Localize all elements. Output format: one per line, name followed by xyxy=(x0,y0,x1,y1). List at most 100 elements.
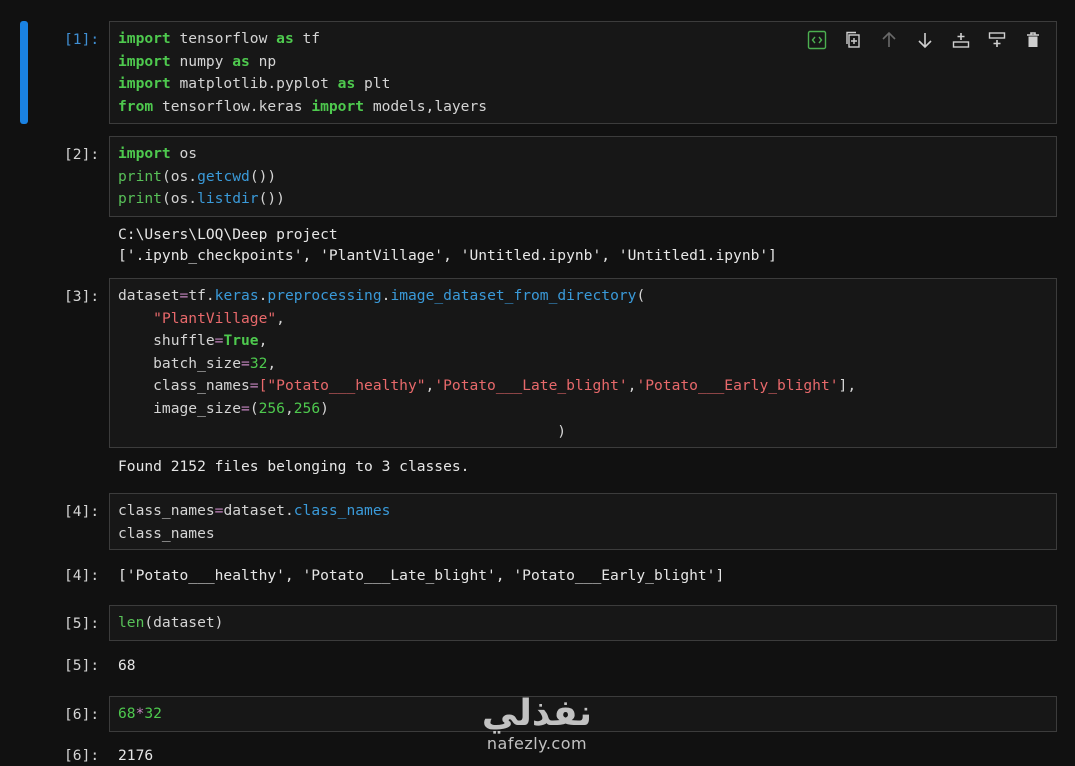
code-token: numpy xyxy=(170,52,233,70)
code-token: from xyxy=(118,97,154,115)
move-down-icon[interactable] xyxy=(914,29,936,51)
code-token: tf. xyxy=(188,287,215,304)
code-token: import xyxy=(118,145,171,162)
code-token: listdir xyxy=(197,190,259,208)
cell-4-output-prompt: [4]: xyxy=(64,567,100,584)
code-token: import xyxy=(118,52,171,70)
cell-4-prompt: [4]: xyxy=(64,503,100,520)
code-token: as xyxy=(337,75,356,93)
code-token: ( xyxy=(249,399,259,417)
code-cell-2[interactable]: import os print(os.getcwd()) print(os.list… xyxy=(109,136,1057,217)
code-token: len xyxy=(118,614,145,631)
code-token: (os. xyxy=(161,190,198,208)
code-line: class_names=["Potato___healthy",'Potato_… xyxy=(118,375,856,398)
code-token: (dataset) xyxy=(144,614,224,631)
code-cell-3[interactable]: dataset=tf.keras.preprocessing.image_dat… xyxy=(109,278,1057,448)
duplicate-icon[interactable] xyxy=(842,29,864,51)
code-cell-5[interactable]: len(dataset) xyxy=(109,605,1057,641)
insert-above-icon[interactable] xyxy=(950,29,972,51)
code-block[interactable]: import os print(os.getcwd()) print(os.list… xyxy=(118,143,285,211)
code-token: shuffle xyxy=(118,332,215,350)
cell-6-output-prompt: [6]: xyxy=(64,747,100,764)
move-up-icon[interactable] xyxy=(878,29,900,51)
cell-3-prompt: [3]: xyxy=(64,288,100,305)
code-token: preprocessing xyxy=(267,287,382,304)
code-token: = xyxy=(249,377,259,395)
code-token: keras xyxy=(214,287,259,304)
cell-2-prompt: [2]: xyxy=(64,146,100,163)
code-token: tensorflow xyxy=(170,30,277,47)
code-token: 32 xyxy=(144,705,162,722)
code-line: dataset=tf.keras.preprocessing.image_dat… xyxy=(118,285,856,308)
code-line: class_names=dataset.class_names xyxy=(118,500,390,523)
code-line: shuffle=True, xyxy=(118,330,856,353)
cell-6-output-line: 2176 xyxy=(118,747,154,764)
code-line: "PlantVillage", xyxy=(118,308,856,331)
code-token: = xyxy=(179,287,189,304)
code-token: ) xyxy=(320,399,329,417)
code-token: , xyxy=(258,332,268,350)
code-token: import xyxy=(118,75,171,93)
code-token: dataset. xyxy=(223,502,294,519)
code-token: import xyxy=(311,97,365,115)
code-token: class_names xyxy=(118,377,250,395)
code-token: matplotlib.pyplot xyxy=(170,75,338,93)
code-token: as xyxy=(232,52,250,70)
code-cell-4[interactable]: class_names=dataset.class_names class_nam… xyxy=(109,493,1057,550)
code-cell-1[interactable]: import tensorflow as tf import numpy as n… xyxy=(109,21,1057,124)
code-block[interactable]: import tensorflow as tf import numpy as n… xyxy=(118,28,487,118)
cell-5-prompt: [5]: xyxy=(64,615,100,632)
code-token: ( xyxy=(636,287,646,304)
code-token: os xyxy=(170,145,198,162)
code-token: 68 xyxy=(118,705,136,722)
code-block[interactable]: len(dataset) xyxy=(118,612,223,635)
insert-below-icon[interactable] xyxy=(986,29,1008,51)
code-token: print xyxy=(118,190,162,208)
code-token: 256 xyxy=(293,399,321,417)
code-block[interactable]: class_names=dataset.class_names class_nam… xyxy=(118,500,390,545)
code-token: print xyxy=(118,167,162,185)
code-line: import matplotlib.pyplot as plt xyxy=(118,73,487,96)
code-line: len(dataset) xyxy=(118,612,223,635)
delete-icon[interactable] xyxy=(1022,29,1044,51)
code-token: True xyxy=(223,332,259,350)
code-line: from tensorflow.keras import models,laye… xyxy=(118,96,487,119)
nafezly-watermark: نفذلي nafezly.com xyxy=(462,694,612,766)
code-token: class_names xyxy=(118,502,215,519)
watermark-latin-text: nafezly.com xyxy=(486,734,588,753)
cell-1-prompt: [1]: xyxy=(64,31,100,48)
code-view-icon[interactable] xyxy=(806,29,828,51)
code-token: ()) xyxy=(249,167,277,185)
code-line: ) xyxy=(118,421,856,444)
code-token: , xyxy=(267,354,277,372)
active-cell-indicator xyxy=(20,21,28,124)
code-token: 32 xyxy=(249,354,268,372)
code-token: "PlantVillage" xyxy=(153,309,277,327)
code-block[interactable]: dataset=tf.keras.preprocessing.image_dat… xyxy=(118,285,856,443)
code-line: import numpy as np xyxy=(118,51,487,74)
code-token: , xyxy=(284,399,294,417)
code-token: models,layers xyxy=(364,97,488,115)
cell-3-output-line: Found 2152 files belonging to 3 classes. xyxy=(118,458,470,475)
code-line: batch_size=32, xyxy=(118,353,856,376)
code-token: getcwd xyxy=(197,167,250,185)
code-line: print(os.listdir()) xyxy=(118,188,285,211)
code-token: ], xyxy=(838,377,857,395)
code-token: 256 xyxy=(258,399,285,417)
code-block[interactable]: 68*32 xyxy=(118,703,162,726)
code-token: dataset xyxy=(118,287,180,304)
watermark-arabic-text: نفذلي xyxy=(481,693,593,734)
code-line: print(os.getcwd()) xyxy=(118,166,285,189)
code-line: 68*32 xyxy=(118,703,162,726)
code-token: plt xyxy=(355,75,391,93)
code-token: = xyxy=(241,354,250,372)
code-line: import os xyxy=(118,143,285,166)
cell-5-output-prompt: [5]: xyxy=(64,657,100,674)
code-token: image_dataset_from_directory xyxy=(390,287,637,304)
code-token: 'Potato___Early_blight' xyxy=(636,377,839,395)
cell-2-output-line: ['.ipynb_checkpoints', 'PlantVillage', '… xyxy=(118,247,777,264)
code-token: ) xyxy=(118,422,567,440)
cell-2-output-line: C:\Users\LOQ\Deep project xyxy=(118,226,338,243)
cell-5-output-line: 68 xyxy=(118,657,136,674)
